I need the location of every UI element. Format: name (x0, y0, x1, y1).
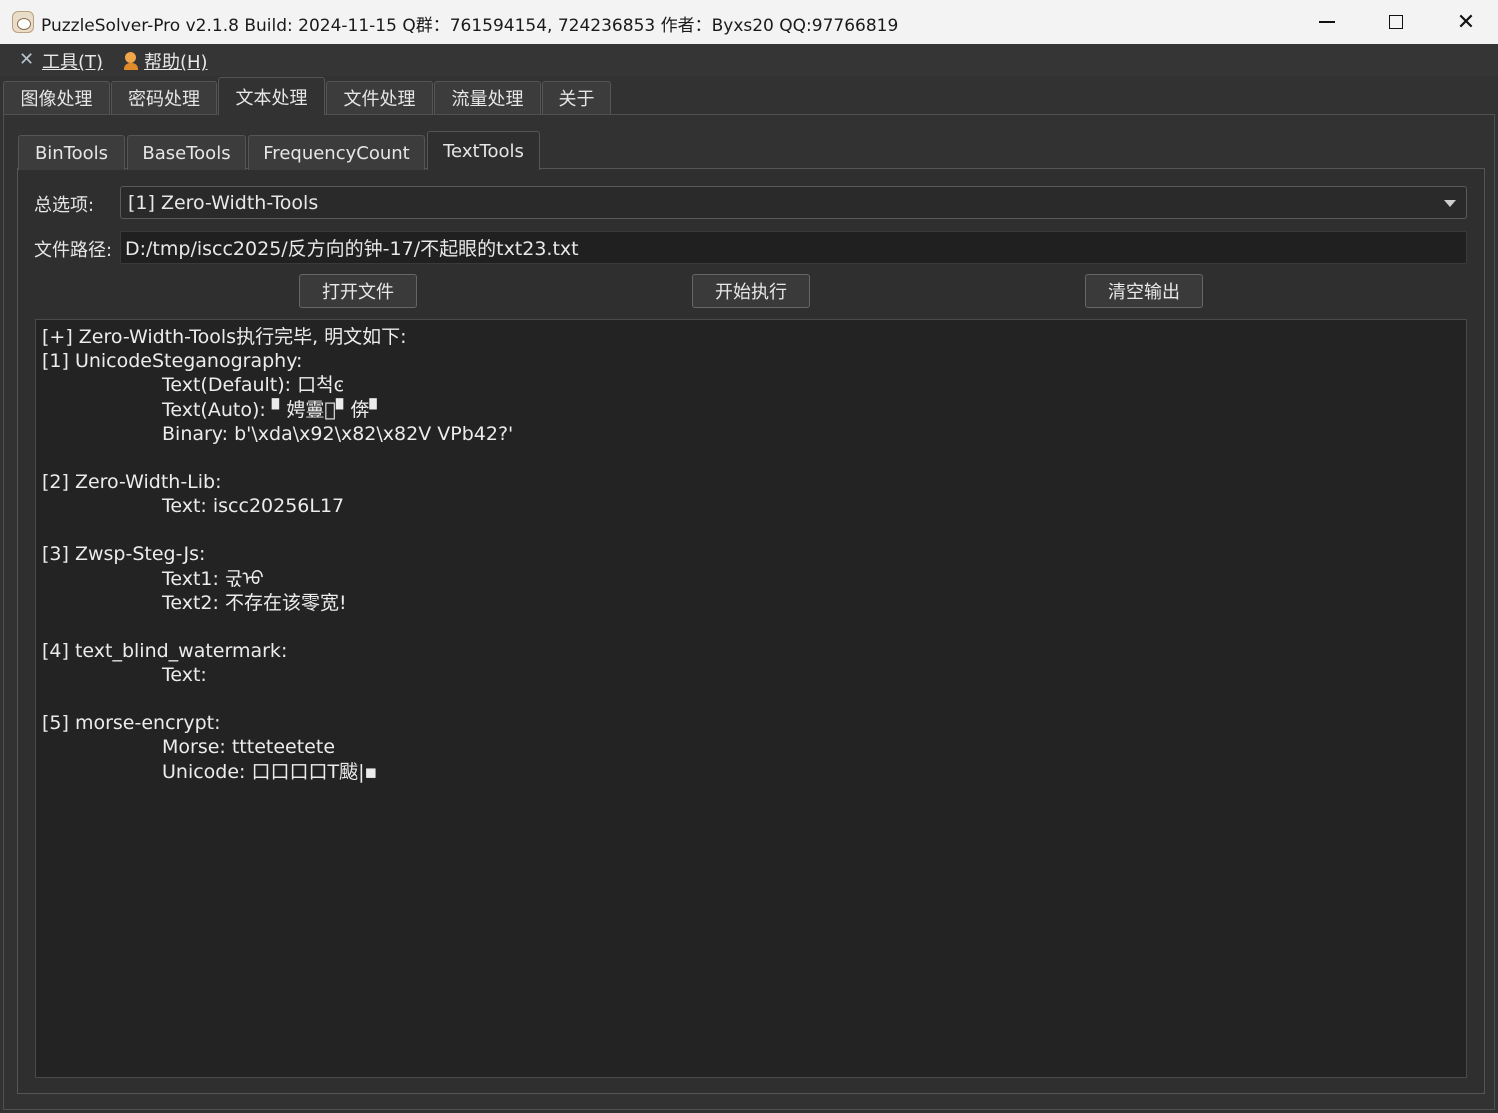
menu-bar: 工具(T) 帮助(H) (0, 44, 1498, 76)
close-icon: ✕ (1456, 9, 1476, 35)
output-spacer (42, 518, 1460, 542)
minimize-button[interactable] (1292, 0, 1362, 44)
output-s3-text2: Text2: 不存在该零宽! (162, 591, 347, 614)
window-title: PuzzleSolver-Pro v2.1.8 Build: 2024-11-1… (41, 16, 899, 36)
output-spacer (42, 615, 1460, 639)
output-spacer (42, 446, 1460, 470)
output-s5-unicode: Unicode: 口口口口T颰|▪ (162, 760, 378, 783)
maximize-button[interactable] (1361, 0, 1431, 44)
main-tab-bar: 图像处理 密码处理 文本处理 文件处理 流量处理 关于 (0, 77, 1498, 115)
tab-bintools[interactable]: BinTools (18, 135, 125, 170)
tab-frequencycount[interactable]: FrequencyCount (248, 135, 425, 170)
tab-file[interactable]: 文件处理 (326, 81, 433, 114)
tab-basetools[interactable]: BaseTools (127, 135, 246, 170)
open-file-button[interactable]: 打开文件 (299, 274, 417, 308)
file-path-value: D:/tmp/iscc2025/反方向的钟-17/不起眼的txt23.txt (125, 238, 579, 260)
menu-help-label: 帮助(H) (144, 52, 208, 73)
output-s2-text: Text: iscc20256L17 (162, 495, 345, 518)
output-s5-title: [5] morse-encrypt: (42, 712, 221, 735)
path-label: 文件路径: (34, 240, 113, 261)
tab-crypto[interactable]: 密码处理 (111, 81, 217, 114)
tab-text[interactable]: 文本处理 (218, 77, 325, 115)
option-select[interactable]: [1] Zero-Width-Tools (120, 186, 1467, 219)
output-s5-morse: Morse: ttteteetete (162, 736, 336, 759)
output-spacer (42, 687, 1460, 711)
tab-traffic[interactable]: 流量处理 (434, 81, 541, 114)
output-s1-binary: Binary: b'\xda\x92\x82\x82V VPb42?' (162, 422, 514, 445)
output-s4-title: [4] text_blind_watermark: (42, 639, 288, 662)
output-s1-default: Text(Default): 口척ͼ (162, 374, 345, 397)
minimize-icon (1319, 21, 1335, 23)
menu-help[interactable]: 帮助(H) (122, 48, 208, 74)
tools-icon (18, 49, 38, 71)
user-icon (122, 51, 140, 71)
output-textarea[interactable]: [+] Zero-Width-Tools执行完毕, 明文如下: [1] Unic… (35, 319, 1467, 1078)
app-icon (12, 11, 34, 33)
menu-tools-label: 工具(T) (42, 52, 104, 73)
tab-image[interactable]: 图像处理 (3, 81, 110, 114)
run-button[interactable]: 开始执行 (692, 274, 810, 308)
output-s3-text1: Text1: 굯ᡉ (162, 567, 264, 590)
output-s1-title: [1] UnicodeSteganography: (42, 350, 303, 373)
close-button[interactable]: ✕ (1431, 0, 1498, 44)
app-window: PuzzleSolver-Pro v2.1.8 Build: 2024-11-1… (0, 0, 1498, 1113)
title-bar: PuzzleSolver-Pro v2.1.8 Build: 2024-11-1… (0, 0, 1498, 44)
sub-tab-bar: BinTools BaseTools FrequencyCount TextTo… (0, 130, 1498, 170)
menu-tools[interactable]: 工具(T) (18, 48, 103, 74)
output-s3-title: [3] Zwsp-Steg-Js: (42, 543, 206, 566)
option-select-value: [1] Zero-Width-Tools (128, 191, 319, 214)
output-header: [+] Zero-Width-Tools执行完毕, 明文如下: (42, 326, 407, 348)
tab-about[interactable]: 关于 (542, 81, 611, 114)
maximize-icon (1389, 15, 1403, 29)
file-path-input[interactable]: D:/tmp/iscc2025/反方向的钟-17/不起眼的txt23.txt (120, 231, 1467, 264)
option-label: 总选项: (34, 195, 95, 216)
clear-output-button[interactable]: 清空输出 (1085, 274, 1203, 308)
output-s2-title: [2] Zero-Width-Lib: (42, 470, 222, 493)
output-s4-text: Text: (162, 664, 207, 687)
chevron-down-icon (1444, 200, 1456, 207)
tab-texttools[interactable]: TextTools (427, 131, 540, 170)
output-s1-auto: Text(Auto): ▘娉霻𦊗▘倴▘ (162, 398, 385, 421)
